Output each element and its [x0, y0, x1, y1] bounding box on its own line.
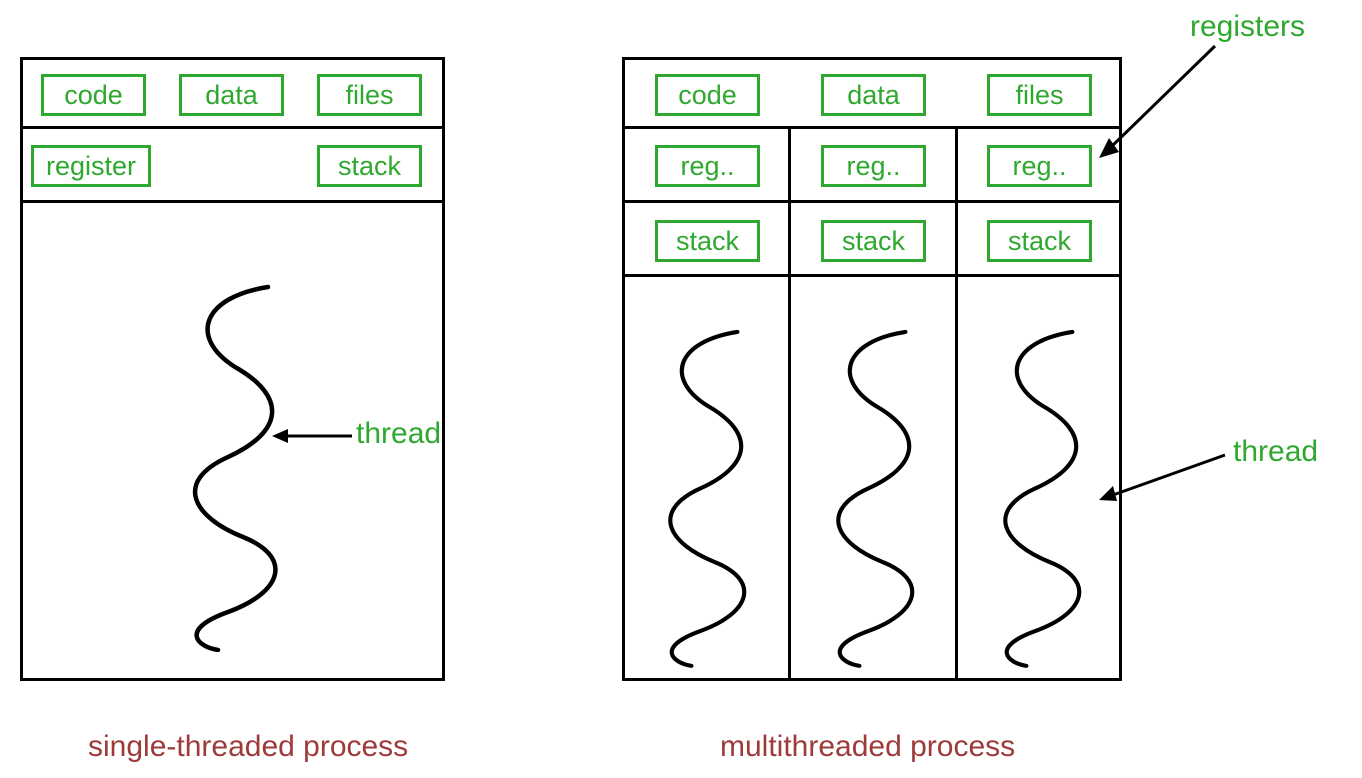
multi-reg-label-1: reg.. [846, 151, 900, 182]
single-divider-2 [23, 200, 442, 203]
single-files-label: files [345, 80, 393, 111]
multi-data-box: data [821, 74, 926, 116]
multi-stack-label-0: stack [676, 226, 739, 257]
multi-divider-2 [625, 200, 1119, 203]
multi-reg-box-1: reg.. [821, 145, 926, 187]
multi-reg-label-2: reg.. [1012, 151, 1066, 182]
single-stack-box: stack [317, 145, 422, 187]
single-thread-wave-icon [173, 282, 298, 652]
multi-code-label: code [678, 80, 737, 111]
single-thread-arrow-icon [272, 423, 354, 449]
multi-reg-box-2: reg.. [987, 145, 1092, 187]
single-register-box: register [31, 145, 151, 187]
multi-stack-box-0: stack [655, 220, 760, 262]
multi-data-label: data [847, 80, 900, 111]
single-threaded-frame: code data files register stack [20, 57, 445, 681]
multi-thread-wave-icon-1 [818, 320, 933, 675]
multi-col-divider-1 [788, 126, 791, 678]
single-stack-label: stack [338, 151, 401, 182]
single-data-box: data [179, 74, 284, 116]
multi-thread-annotation: thread [1233, 435, 1318, 469]
multi-divider-1 [625, 126, 1119, 129]
multi-files-box: files [987, 74, 1092, 116]
multi-reg-box-0: reg.. [655, 145, 760, 187]
multi-registers-arrow-icon [1095, 42, 1225, 162]
multi-code-box: code [655, 74, 760, 116]
single-files-box: files [317, 74, 422, 116]
multi-stack-label-2: stack [1008, 226, 1071, 257]
single-code-box: code [41, 74, 146, 116]
single-thread-annotation: thread [356, 417, 441, 451]
multi-caption: multithreaded process [720, 730, 1015, 764]
multi-stack-label-1: stack [842, 226, 905, 257]
multi-thread-arrow-icon [1095, 450, 1230, 510]
single-data-label: data [205, 80, 258, 111]
multi-registers-annotation: registers [1190, 10, 1305, 44]
multi-thread-wave-icon-2 [985, 320, 1100, 675]
single-divider-1 [23, 126, 442, 129]
multi-stack-box-2: stack [987, 220, 1092, 262]
multi-col-divider-2 [955, 126, 958, 678]
diagram-root: code data files register stack thread si… [0, 0, 1362, 778]
multi-files-label: files [1015, 80, 1063, 111]
single-caption: single-threaded process [88, 730, 408, 764]
single-register-label: register [46, 151, 136, 182]
multi-reg-label-0: reg.. [680, 151, 734, 182]
single-code-label: code [64, 80, 123, 111]
multi-stack-box-1: stack [821, 220, 926, 262]
multithreaded-frame: code data files reg.. reg.. reg.. stack … [622, 57, 1122, 681]
multi-divider-3 [625, 274, 1119, 277]
multi-thread-wave-icon-0 [650, 320, 765, 675]
